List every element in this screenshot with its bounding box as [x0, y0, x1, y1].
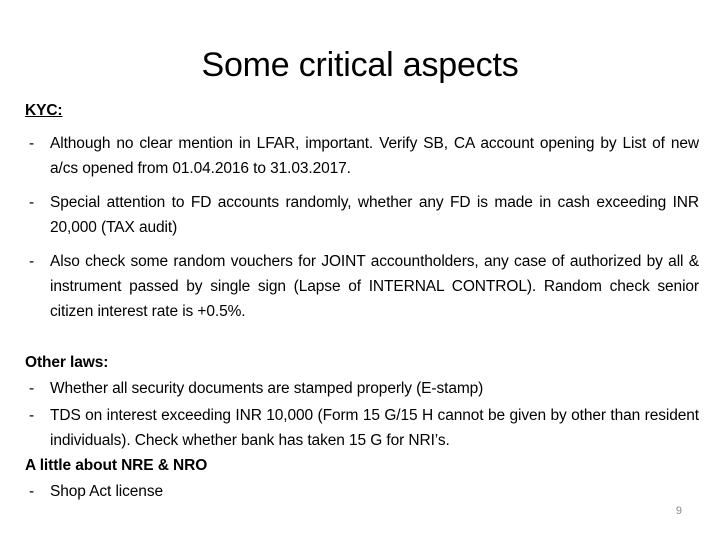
bullet-marker-icon: -	[29, 135, 35, 152]
list-item-text: Although no clear mention in LFAR, impor…	[50, 135, 699, 177]
bullet-marker-icon: -	[29, 380, 35, 397]
list-item: - Also check some random vouchers for JO…	[25, 249, 699, 324]
section-heading-kyc: KYC:	[25, 102, 63, 119]
list-item: - Whether all security documents are sta…	[25, 376, 699, 401]
section-heading-nre-nro: A little about NRE & NRO	[25, 457, 208, 474]
page-title: Some critical aspects	[201, 46, 519, 84]
bullet-marker-icon: -	[29, 407, 35, 424]
list-item: - Although no clear mention in LFAR, imp…	[25, 131, 699, 181]
page-number: 9	[675, 505, 682, 517]
slide: Some critical aspects KYC: - Although no…	[0, 0, 720, 540]
bullet-marker-icon: -	[29, 253, 35, 270]
section-heading-other-laws: Other laws:	[25, 354, 109, 371]
list-item-text: Also check some random vouchers for JOIN…	[50, 253, 699, 320]
list-item: - TDS on interest exceeding INR 10,000 (…	[25, 403, 699, 453]
list-item: - Shop Act license	[25, 479, 699, 504]
list-item-text: Whether all security documents are stamp…	[50, 380, 484, 397]
bullet-marker-icon: -	[29, 483, 35, 500]
list-item-text: TDS on interest exceeding INR 10,000 (Fo…	[50, 407, 699, 449]
bullet-marker-icon: -	[29, 194, 35, 211]
list-item: - Special attention to FD accounts rando…	[25, 190, 699, 240]
list-item-text: Special attention to FD accounts randoml…	[50, 194, 699, 236]
list-item-text: Shop Act license	[50, 483, 164, 500]
slide-body: KYC: - Although no clear mention in LFAR…	[25, 100, 699, 506]
